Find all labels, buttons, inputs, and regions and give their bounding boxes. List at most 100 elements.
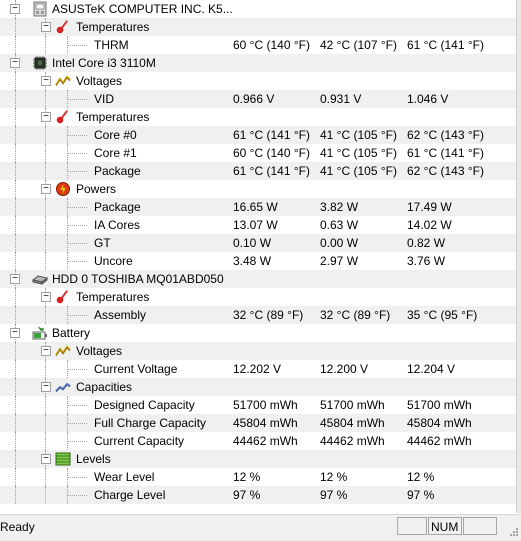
value-current: 51700 mWh (233, 398, 298, 412)
vertical-scrollbar[interactable] (516, 0, 521, 513)
capacity-icon (55, 382, 71, 393)
status-panel-num: NUM (428, 517, 462, 535)
tree-row[interactable]: Core #0 61 °C (141 °F) 41 °C (105 °F) 62 °C… (0, 126, 517, 144)
tree-row[interactable]: Package 16.65 W 3.82 W 17.49 W (0, 198, 517, 216)
value-min: 32 °C (89 °F) (320, 308, 391, 322)
collapse-toggle-icon[interactable]: − (41, 454, 51, 464)
value-max: 12.204 V (407, 362, 456, 376)
tree-row[interactable]: IA Cores 13.07 W 0.63 W 14.02 W (0, 216, 517, 234)
value-max: 61 °C (141 °F) (407, 146, 484, 160)
collapse-toggle-icon[interactable]: − (10, 4, 20, 14)
tree-row[interactable]: Charge Level 97 % 97 % 97 % (0, 486, 517, 504)
value-min: 41 °C (105 °F) (320, 128, 397, 142)
tree-row[interactable]: Current Capacity 44462 mWh 44462 mWh 44462 … (0, 432, 517, 450)
status-panel-caps (397, 517, 427, 535)
value-min: 3.82 W (320, 200, 359, 214)
tree-row[interactable]: − Intel Core i3 3110M (0, 54, 517, 72)
tree-row[interactable]: − Voltages (0, 72, 517, 90)
collapse-toggle-icon[interactable]: − (10, 274, 20, 284)
tree-row[interactable]: Assembly 32 °C (89 °F) 32 °C (89 °F) 35 °C … (0, 306, 517, 324)
tree-row-label: Temperatures (76, 20, 150, 34)
value-min: 12.200 V (320, 362, 369, 376)
hard-drive-icon (32, 275, 48, 286)
collapse-toggle-icon[interactable]: − (41, 112, 51, 122)
tree-row-label: Current Capacity (94, 434, 185, 448)
collapse-toggle-icon[interactable]: − (10, 58, 20, 68)
power-icon (56, 182, 70, 196)
tree-row-label: HDD 0 TOSHIBA MQ01ABD050 (52, 272, 224, 286)
value-min: 0.931 V (320, 92, 362, 106)
value-current: 0.10 W (233, 236, 272, 250)
tree-row[interactable]: Wear Level 12 % 12 % 12 % (0, 468, 517, 486)
tree-row-label: Assembly (94, 308, 147, 322)
value-min: 41 °C (105 °F) (320, 164, 397, 178)
tree-row[interactable]: GT 0.10 W 0.00 W 0.82 W (0, 234, 517, 252)
tree-row[interactable]: Full Charge Capacity 45804 mWh 45804 mWh 45… (0, 414, 517, 432)
tree-row-label: Core #1 (94, 146, 137, 160)
tree-row-label: Battery (52, 326, 91, 340)
value-min: 45804 mWh (320, 416, 385, 430)
value-current: 60 °C (140 °F) (233, 38, 310, 52)
value-max: 44462 mWh (407, 434, 472, 448)
tree-row[interactable]: − Voltages (0, 342, 517, 360)
tree-row-label: GT (94, 236, 111, 250)
levels-icon (55, 452, 71, 466)
battery-icon (32, 326, 47, 340)
value-min: 2.97 W (320, 254, 359, 268)
value-current: 16.65 W (233, 200, 278, 214)
tree-row-label: Core #0 (94, 128, 137, 142)
tree-row[interactable]: − HDD 0 TOSHIBA MQ01ABD050 (0, 270, 517, 288)
value-max: 17.49 W (407, 200, 452, 214)
tree-row[interactable]: − Temperatures (0, 108, 517, 126)
value-min: 0.00 W (320, 236, 359, 250)
collapse-toggle-icon[interactable]: − (10, 328, 20, 338)
collapse-toggle-icon[interactable]: − (41, 346, 51, 356)
collapse-toggle-icon[interactable]: − (41, 76, 51, 86)
tree-row[interactable]: − ASUSTeK COMPUTER INC. K5... (0, 0, 517, 18)
tree-row[interactable]: VID 0.966 V 0.931 V 1.046 V (0, 90, 517, 108)
tree-row-label: IA Cores (94, 218, 141, 232)
value-min: 12 % (320, 470, 348, 484)
status-text: Ready (0, 520, 35, 534)
collapse-toggle-icon[interactable]: − (41, 184, 51, 194)
tree-row[interactable]: Designed Capacity 51700 mWh 51700 mWh 51700… (0, 396, 517, 414)
value-min: 42 °C (107 °F) (320, 38, 397, 52)
tree-row[interactable]: THRM 60 °C (140 °F) 42 °C (107 °F) 61 °C (1… (0, 36, 517, 54)
value-current: 0.966 V (233, 92, 275, 106)
status-bar: Ready NUM (0, 514, 521, 541)
value-current: 61 °C (141 °F) (233, 164, 310, 178)
tree-row[interactable]: Current Voltage 12.202 V 12.200 V 12.204 V (0, 360, 517, 378)
tree-row-label: Current Voltage (94, 362, 178, 376)
tree-row-label: THRM (94, 38, 129, 52)
collapse-toggle-icon[interactable]: − (41, 292, 51, 302)
collapse-toggle-icon[interactable]: − (41, 22, 51, 32)
cpu-icon (33, 56, 47, 70)
tree-row[interactable]: − Temperatures (0, 18, 517, 36)
tree-row[interactable]: − Levels (0, 450, 517, 468)
value-max: 0.82 W (407, 236, 446, 250)
thermometer-icon (56, 289, 69, 304)
tree-row[interactable]: − Capacities (0, 378, 517, 396)
tree-row-label: Uncore (94, 254, 133, 268)
tree-row[interactable]: − Battery (0, 324, 517, 342)
tree-row[interactable]: − Powers (0, 180, 517, 198)
collapse-toggle-icon[interactable]: − (41, 382, 51, 392)
value-current: 60 °C (140 °F) (233, 146, 310, 160)
value-max: 14.02 W (407, 218, 452, 232)
tree-row-label: VID (94, 92, 115, 106)
tree-row-label: Voltages (76, 344, 123, 358)
value-min: 51700 mWh (320, 398, 385, 412)
tree-row[interactable]: Core #1 60 °C (140 °F) 41 °C (105 °F) 61 °C… (0, 144, 517, 162)
value-current: 44462 mWh (233, 434, 298, 448)
tree-row-label: Voltages (76, 74, 123, 88)
tree-row[interactable]: Package 61 °C (141 °F) 41 °C (105 °F) 62 °C… (0, 162, 517, 180)
voltage-icon (55, 75, 71, 87)
tree-row[interactable]: − Temperatures (0, 288, 517, 306)
resize-grip-icon[interactable] (507, 527, 519, 539)
value-min: 41 °C (105 °F) (320, 146, 397, 160)
tree-row[interactable]: Uncore 3.48 W 2.97 W 3.76 W (0, 252, 517, 270)
tree-row-label: Package (94, 164, 141, 178)
tree-row-label: Package (94, 200, 141, 214)
sensor-tree[interactable]: − ASUSTeK COMPUTER INC. K5... − Temperature… (0, 0, 517, 513)
value-max: 45804 mWh (407, 416, 472, 430)
